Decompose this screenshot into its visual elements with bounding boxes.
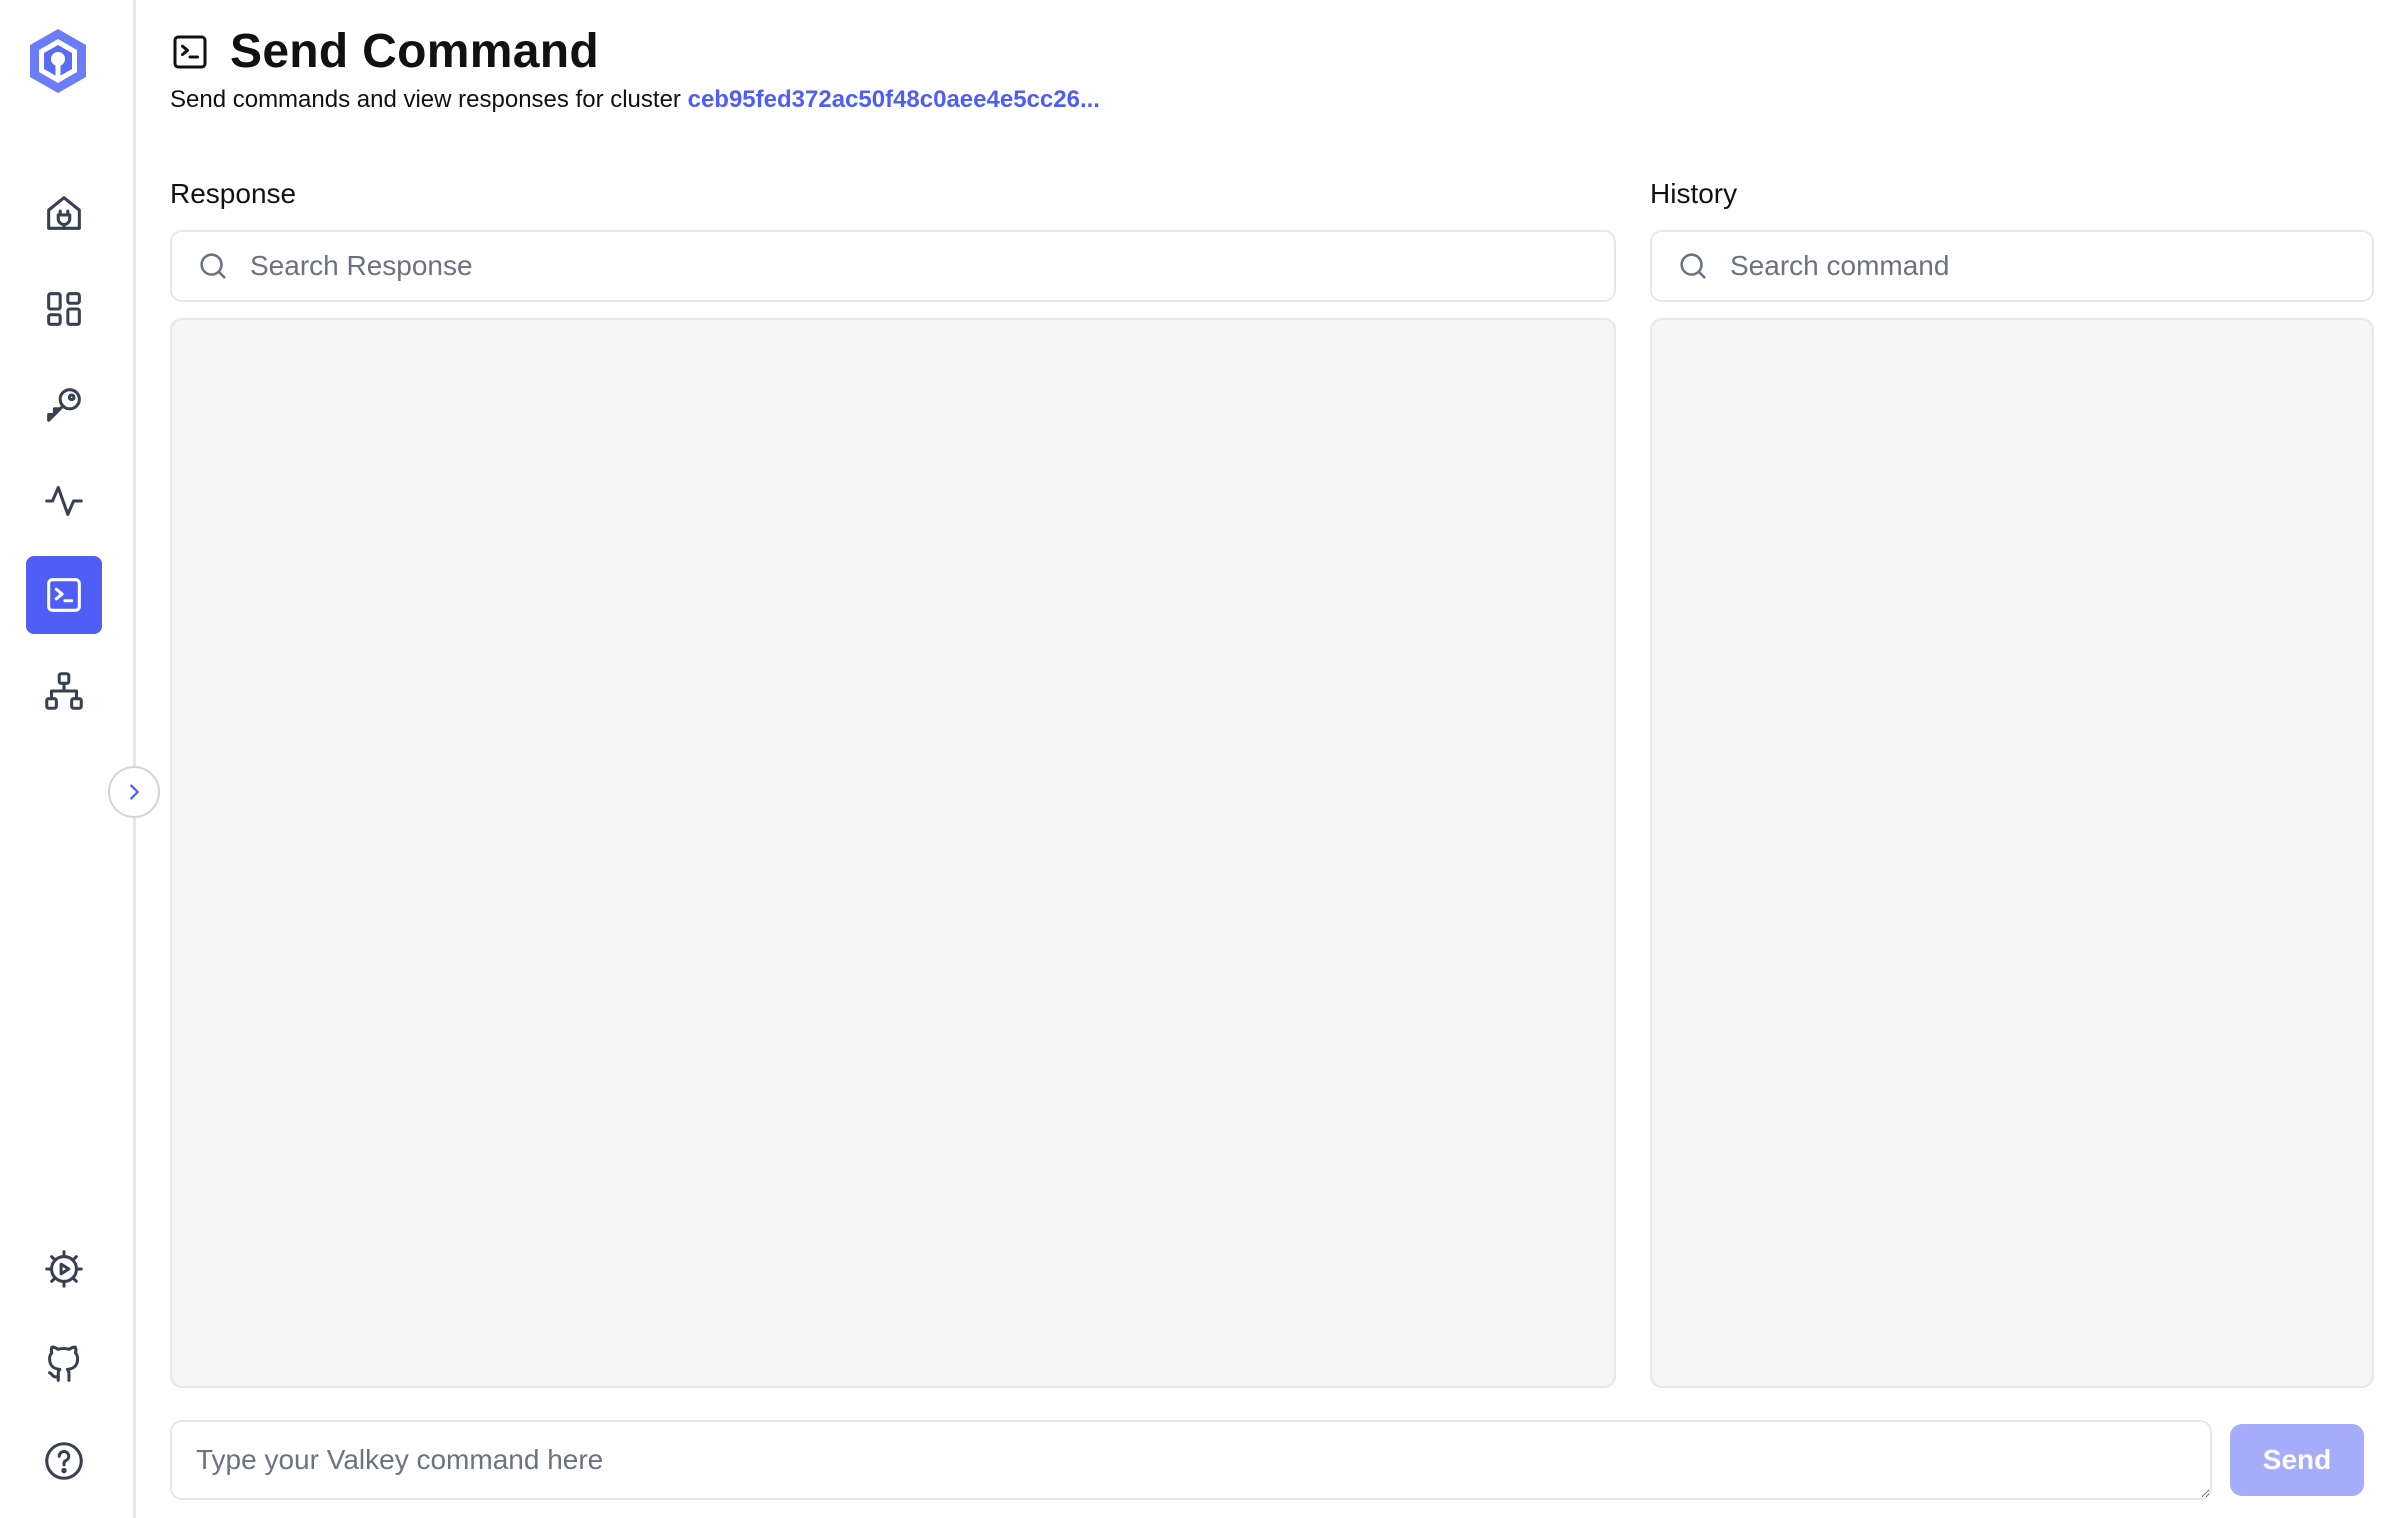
- history-search-box: [1650, 230, 2374, 302]
- history-panel: [1650, 318, 2374, 1388]
- response-label: Response: [170, 178, 297, 209]
- command-input-box: [170, 1420, 2212, 1500]
- page-header: Send Command: [170, 24, 599, 79]
- chevron-right-icon: [130, 784, 139, 800]
- main-content: Send Command Send commands and view resp…: [136, 0, 2388, 1518]
- cluster-id-link[interactable]: ceb95fed372ac50f48c0aee4e5cc26...: [688, 86, 1100, 113]
- sidebar: [0, 0, 136, 1518]
- sidebar-item-dashboard[interactable]: [26, 270, 102, 348]
- sidebar-item-send-command[interactable]: [26, 556, 102, 634]
- send-button[interactable]: Send: [2230, 1424, 2364, 1496]
- page-title: Send Command: [230, 25, 599, 78]
- home-plug-icon: [47, 196, 81, 230]
- grid-icon: [47, 292, 81, 326]
- page-subtitle: Send commands and view responses for clu…: [170, 86, 1100, 114]
- help-circle-icon: [45, 1442, 83, 1480]
- history-search-input[interactable]: [1730, 250, 2372, 282]
- gear-icon: [45, 1250, 83, 1288]
- sidebar-item-github[interactable]: [26, 1326, 102, 1404]
- command-input[interactable]: [172, 1422, 2210, 1498]
- response-search-box: [170, 230, 1616, 302]
- key-icon: [47, 388, 81, 422]
- search-icon: [1680, 253, 1706, 279]
- sidebar-item-keys[interactable]: [26, 366, 102, 444]
- response-search-input[interactable]: [250, 250, 1614, 282]
- search-icon: [200, 253, 226, 279]
- activity-icon: [45, 486, 83, 516]
- sidebar-item-help[interactable]: [26, 1422, 102, 1500]
- github-icon: [48, 1345, 80, 1382]
- sidebar-expand-button[interactable]: [108, 766, 160, 818]
- history-label: History: [1650, 178, 1738, 209]
- terminal-icon: [47, 578, 81, 612]
- subtitle-text: Send commands and view responses for clu…: [170, 86, 681, 113]
- valkey-logo-icon[interactable]: [25, 25, 91, 97]
- sidebar-item-home[interactable]: [26, 174, 102, 252]
- terminal-icon: [173, 35, 207, 68]
- sidebar-item-monitoring[interactable]: [26, 462, 102, 540]
- sidebar-item-cluster-topology[interactable]: [26, 652, 102, 730]
- network-icon: [45, 672, 83, 710]
- response-panel: [170, 318, 1616, 1388]
- sidebar-item-settings[interactable]: [26, 1230, 102, 1308]
